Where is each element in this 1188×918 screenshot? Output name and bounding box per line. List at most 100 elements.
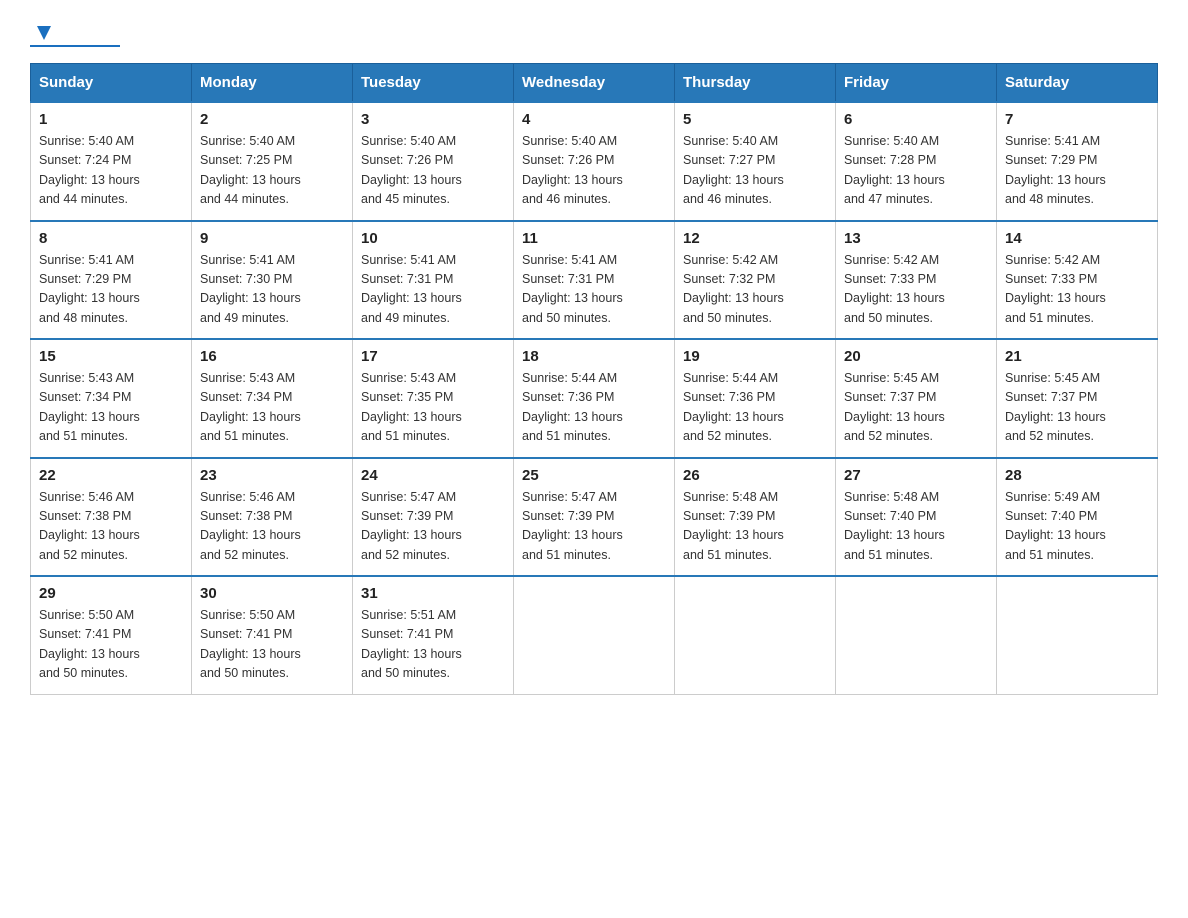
calendar-cell: 24 Sunrise: 5:47 AMSunset: 7:39 PMDaylig… <box>353 458 514 577</box>
calendar-cell: 3 Sunrise: 5:40 AMSunset: 7:26 PMDayligh… <box>353 102 514 221</box>
day-info: Sunrise: 5:40 AMSunset: 7:28 PMDaylight:… <box>844 132 988 210</box>
day-info: Sunrise: 5:41 AMSunset: 7:30 PMDaylight:… <box>200 251 344 329</box>
calendar-cell: 2 Sunrise: 5:40 AMSunset: 7:25 PMDayligh… <box>192 102 353 221</box>
day-info: Sunrise: 5:49 AMSunset: 7:40 PMDaylight:… <box>1005 488 1149 566</box>
day-number: 20 <box>844 348 988 365</box>
day-info: Sunrise: 5:40 AMSunset: 7:25 PMDaylight:… <box>200 132 344 210</box>
week-row-3: 15 Sunrise: 5:43 AMSunset: 7:34 PMDaylig… <box>31 339 1158 458</box>
day-info: Sunrise: 5:46 AMSunset: 7:38 PMDaylight:… <box>200 488 344 566</box>
day-info: Sunrise: 5:42 AMSunset: 7:33 PMDaylight:… <box>1005 251 1149 329</box>
calendar-cell: 28 Sunrise: 5:49 AMSunset: 7:40 PMDaylig… <box>997 458 1158 577</box>
day-header-sunday: Sunday <box>31 64 192 103</box>
day-info: Sunrise: 5:41 AMSunset: 7:31 PMDaylight:… <box>522 251 666 329</box>
day-info: Sunrise: 5:42 AMSunset: 7:32 PMDaylight:… <box>683 251 827 329</box>
day-number: 23 <box>200 467 344 484</box>
day-number: 18 <box>522 348 666 365</box>
calendar-cell: 11 Sunrise: 5:41 AMSunset: 7:31 PMDaylig… <box>514 221 675 340</box>
calendar-cell: 30 Sunrise: 5:50 AMSunset: 7:41 PMDaylig… <box>192 576 353 694</box>
day-number: 30 <box>200 585 344 602</box>
calendar-cell: 6 Sunrise: 5:40 AMSunset: 7:28 PMDayligh… <box>836 102 997 221</box>
day-number: 13 <box>844 230 988 247</box>
calendar-cell: 15 Sunrise: 5:43 AMSunset: 7:34 PMDaylig… <box>31 339 192 458</box>
day-number: 31 <box>361 585 505 602</box>
week-row-1: 1 Sunrise: 5:40 AMSunset: 7:24 PMDayligh… <box>31 102 1158 221</box>
day-info: Sunrise: 5:40 AMSunset: 7:27 PMDaylight:… <box>683 132 827 210</box>
day-info: Sunrise: 5:42 AMSunset: 7:33 PMDaylight:… <box>844 251 988 329</box>
week-row-4: 22 Sunrise: 5:46 AMSunset: 7:38 PMDaylig… <box>31 458 1158 577</box>
week-row-5: 29 Sunrise: 5:50 AMSunset: 7:41 PMDaylig… <box>31 576 1158 694</box>
calendar-cell <box>997 576 1158 694</box>
day-info: Sunrise: 5:48 AMSunset: 7:39 PMDaylight:… <box>683 488 827 566</box>
calendar-cell: 31 Sunrise: 5:51 AMSunset: 7:41 PMDaylig… <box>353 576 514 694</box>
day-info: Sunrise: 5:43 AMSunset: 7:34 PMDaylight:… <box>200 369 344 447</box>
day-info: Sunrise: 5:46 AMSunset: 7:38 PMDaylight:… <box>39 488 183 566</box>
days-of-week-row: SundayMondayTuesdayWednesdayThursdayFrid… <box>31 64 1158 103</box>
day-info: Sunrise: 5:48 AMSunset: 7:40 PMDaylight:… <box>844 488 988 566</box>
day-info: Sunrise: 5:50 AMSunset: 7:41 PMDaylight:… <box>200 606 344 684</box>
day-number: 7 <box>1005 111 1149 128</box>
day-number: 26 <box>683 467 827 484</box>
logo <box>30 20 126 47</box>
day-number: 24 <box>361 467 505 484</box>
week-row-2: 8 Sunrise: 5:41 AMSunset: 7:29 PMDayligh… <box>31 221 1158 340</box>
day-number: 28 <box>1005 467 1149 484</box>
day-info: Sunrise: 5:44 AMSunset: 7:36 PMDaylight:… <box>522 369 666 447</box>
day-number: 17 <box>361 348 505 365</box>
day-header-saturday: Saturday <box>997 64 1158 103</box>
day-info: Sunrise: 5:47 AMSunset: 7:39 PMDaylight:… <box>522 488 666 566</box>
calendar-cell: 16 Sunrise: 5:43 AMSunset: 7:34 PMDaylig… <box>192 339 353 458</box>
page-header <box>30 20 1158 47</box>
day-number: 4 <box>522 111 666 128</box>
calendar-cell: 18 Sunrise: 5:44 AMSunset: 7:36 PMDaylig… <box>514 339 675 458</box>
day-number: 1 <box>39 111 183 128</box>
day-number: 16 <box>200 348 344 365</box>
calendar-cell: 17 Sunrise: 5:43 AMSunset: 7:35 PMDaylig… <box>353 339 514 458</box>
day-number: 22 <box>39 467 183 484</box>
calendar-cell: 19 Sunrise: 5:44 AMSunset: 7:36 PMDaylig… <box>675 339 836 458</box>
calendar-cell: 7 Sunrise: 5:41 AMSunset: 7:29 PMDayligh… <box>997 102 1158 221</box>
day-info: Sunrise: 5:40 AMSunset: 7:26 PMDaylight:… <box>522 132 666 210</box>
calendar-cell <box>675 576 836 694</box>
day-header-thursday: Thursday <box>675 64 836 103</box>
day-info: Sunrise: 5:40 AMSunset: 7:26 PMDaylight:… <box>361 132 505 210</box>
day-number: 10 <box>361 230 505 247</box>
calendar-cell: 26 Sunrise: 5:48 AMSunset: 7:39 PMDaylig… <box>675 458 836 577</box>
day-number: 5 <box>683 111 827 128</box>
day-info: Sunrise: 5:51 AMSunset: 7:41 PMDaylight:… <box>361 606 505 684</box>
day-number: 8 <box>39 230 183 247</box>
calendar-cell <box>514 576 675 694</box>
calendar-cell: 1 Sunrise: 5:40 AMSunset: 7:24 PMDayligh… <box>31 102 192 221</box>
day-info: Sunrise: 5:43 AMSunset: 7:34 PMDaylight:… <box>39 369 183 447</box>
day-number: 19 <box>683 348 827 365</box>
day-number: 6 <box>844 111 988 128</box>
day-info: Sunrise: 5:41 AMSunset: 7:29 PMDaylight:… <box>39 251 183 329</box>
day-header-friday: Friday <box>836 64 997 103</box>
day-number: 29 <box>39 585 183 602</box>
calendar-cell: 4 Sunrise: 5:40 AMSunset: 7:26 PMDayligh… <box>514 102 675 221</box>
calendar-header: SundayMondayTuesdayWednesdayThursdayFrid… <box>31 64 1158 103</box>
day-number: 2 <box>200 111 344 128</box>
day-header-wednesday: Wednesday <box>514 64 675 103</box>
calendar-cell: 10 Sunrise: 5:41 AMSunset: 7:31 PMDaylig… <box>353 221 514 340</box>
calendar-cell: 27 Sunrise: 5:48 AMSunset: 7:40 PMDaylig… <box>836 458 997 577</box>
calendar-cell: 13 Sunrise: 5:42 AMSunset: 7:33 PMDaylig… <box>836 221 997 340</box>
calendar-cell: 22 Sunrise: 5:46 AMSunset: 7:38 PMDaylig… <box>31 458 192 577</box>
calendar-body: 1 Sunrise: 5:40 AMSunset: 7:24 PMDayligh… <box>31 102 1158 694</box>
calendar-cell: 14 Sunrise: 5:42 AMSunset: 7:33 PMDaylig… <box>997 221 1158 340</box>
day-number: 15 <box>39 348 183 365</box>
day-number: 3 <box>361 111 505 128</box>
day-info: Sunrise: 5:50 AMSunset: 7:41 PMDaylight:… <box>39 606 183 684</box>
day-number: 27 <box>844 467 988 484</box>
day-number: 14 <box>1005 230 1149 247</box>
day-info: Sunrise: 5:40 AMSunset: 7:24 PMDaylight:… <box>39 132 183 210</box>
day-number: 9 <box>200 230 344 247</box>
day-number: 25 <box>522 467 666 484</box>
day-info: Sunrise: 5:45 AMSunset: 7:37 PMDaylight:… <box>1005 369 1149 447</box>
calendar-cell: 20 Sunrise: 5:45 AMSunset: 7:37 PMDaylig… <box>836 339 997 458</box>
day-info: Sunrise: 5:45 AMSunset: 7:37 PMDaylight:… <box>844 369 988 447</box>
calendar-cell: 29 Sunrise: 5:50 AMSunset: 7:41 PMDaylig… <box>31 576 192 694</box>
calendar-cell: 8 Sunrise: 5:41 AMSunset: 7:29 PMDayligh… <box>31 221 192 340</box>
day-header-monday: Monday <box>192 64 353 103</box>
day-number: 12 <box>683 230 827 247</box>
calendar-cell: 9 Sunrise: 5:41 AMSunset: 7:30 PMDayligh… <box>192 221 353 340</box>
